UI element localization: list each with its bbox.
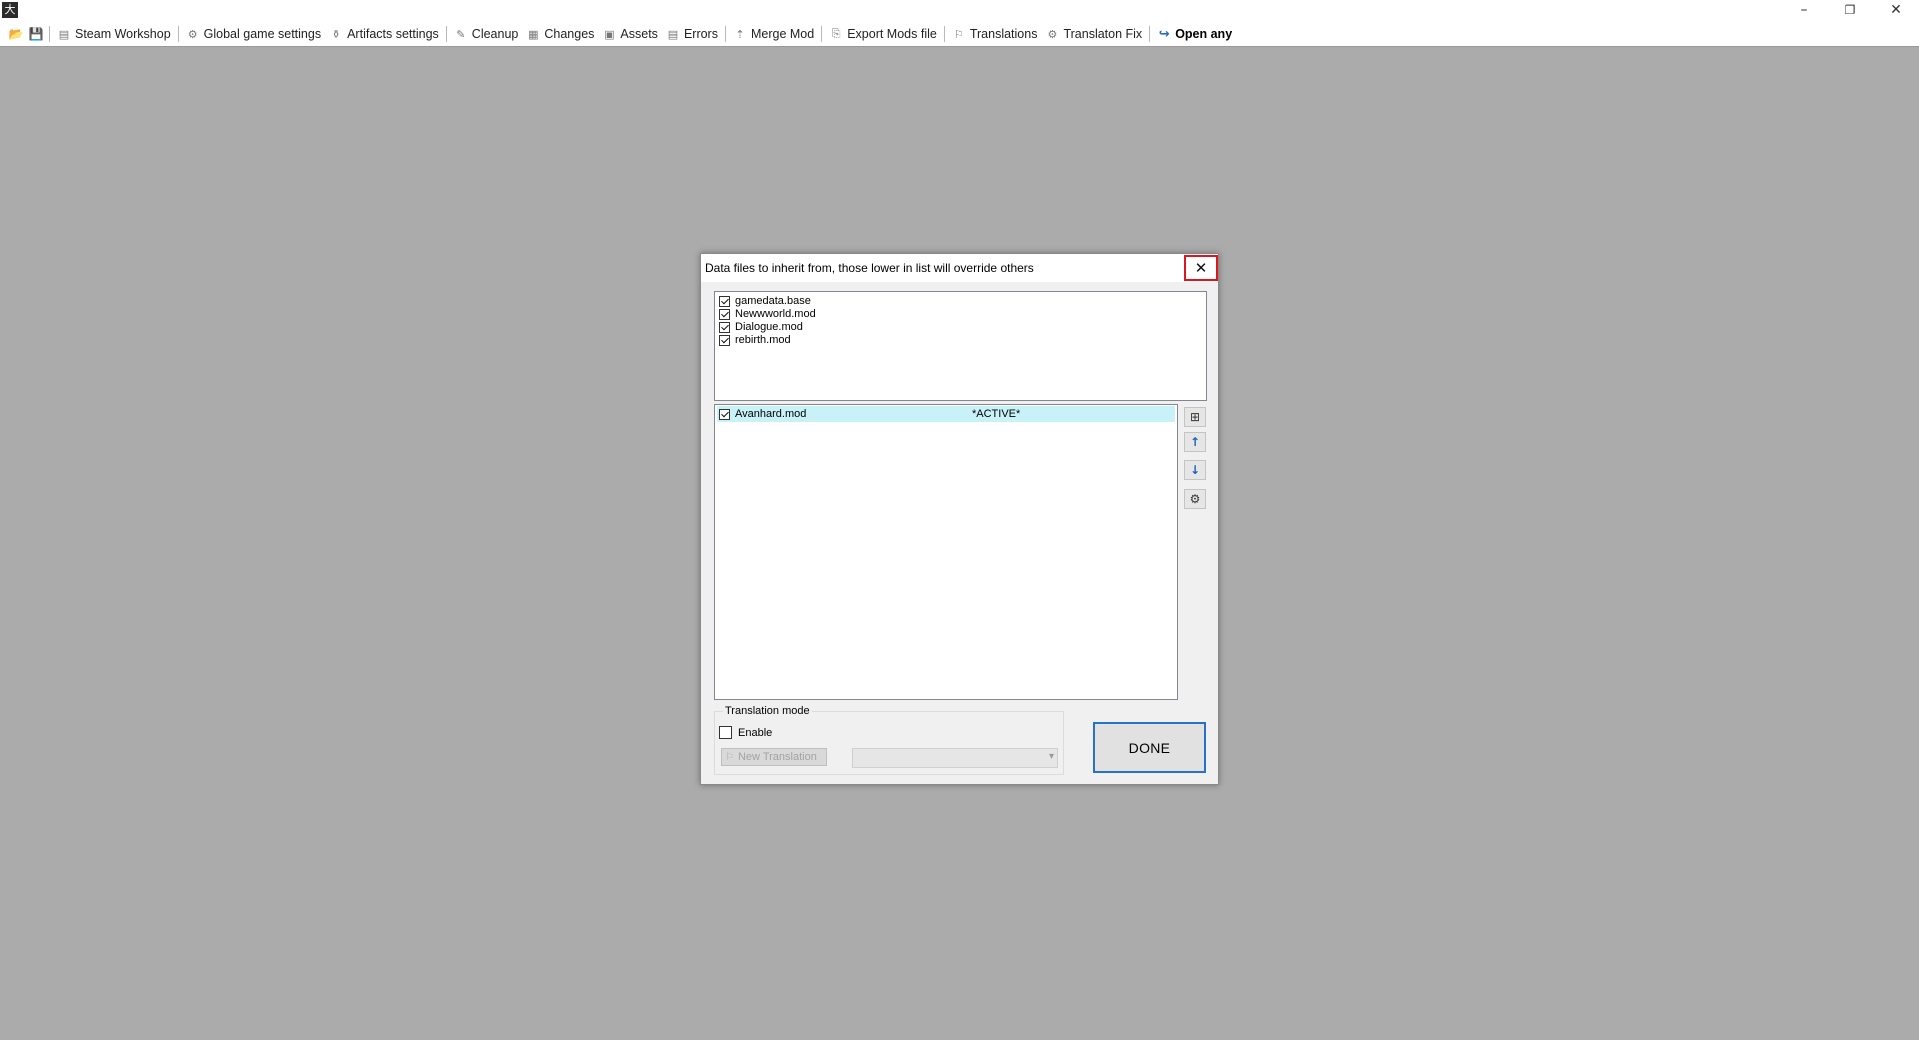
mod-name: Avanhard.mod	[735, 408, 807, 420]
translation-language-combo[interactable]: ▾	[852, 748, 1058, 768]
toolbar-separator	[1149, 26, 1151, 42]
open-folder-icon[interactable]: 📂	[6, 23, 26, 45]
toolbar-label: Translations	[969, 27, 1038, 41]
toolbar-label: Errors	[683, 27, 718, 41]
steam-workshop-button[interactable]: ▤ Steam Workshop	[53, 23, 175, 45]
toolbar-label: Assets	[620, 27, 658, 41]
changes-button[interactable]: ▦ Changes	[522, 23, 598, 45]
title-bar: 大 – ❐ ✕	[0, 0, 1919, 22]
errors-button[interactable]: ▤ Errors	[662, 23, 722, 45]
toolbar-label: Export Mods file	[847, 27, 937, 41]
dialog-title: Data files to inherit from, those lower …	[705, 261, 1034, 275]
toolbar-separator	[177, 26, 179, 42]
move-down-button[interactable]: ↓	[1184, 460, 1206, 480]
new-translation-button[interactable]: ⚐ New Translation	[721, 748, 827, 766]
group-legend: Translation mode	[723, 705, 812, 717]
translations-button[interactable]: ⚐ Translations	[948, 23, 1042, 45]
restore-button[interactable]: ❐	[1827, 0, 1873, 22]
settings-button[interactable]: ⚙	[1184, 489, 1206, 509]
mod-checkbox[interactable]	[719, 408, 730, 420]
minimize-button[interactable]: –	[1781, 0, 1827, 22]
translate-icon: ⚐	[953, 27, 964, 41]
toolbar-separator	[445, 26, 447, 42]
file-checkbox[interactable]	[719, 308, 730, 320]
toolbar-separator	[724, 26, 726, 42]
inherit-dialog: Data files to inherit from, those lower …	[700, 253, 1219, 785]
inherited-files-list[interactable]: gamedata.base Newwworld.mod Dialogue.mod…	[714, 291, 1207, 401]
changes-icon: ▦	[528, 27, 539, 41]
move-up-button[interactable]: ↑	[1184, 432, 1206, 452]
mods-list[interactable]: Avanhard.mod *ACTIVE*	[714, 404, 1178, 700]
arrow-down-icon: ↓	[1189, 463, 1201, 477]
active-tag: *ACTIVE*	[972, 408, 1021, 420]
window-close-button[interactable]: ✕	[1873, 0, 1919, 22]
toolbar-label: Translaton Fix	[1063, 27, 1143, 41]
add-file-icon: ⊞	[1189, 410, 1201, 424]
dialog-close-button[interactable]: ✕	[1184, 255, 1218, 281]
export-icon: ⎘	[831, 27, 841, 40]
toolbar-label: Global game settings	[203, 27, 322, 41]
chevron-down-icon: ▾	[1048, 751, 1054, 762]
toolbar-separator	[49, 26, 50, 42]
open-any-icon: ↪	[1158, 26, 1170, 42]
arrow-up-icon: ↑	[1189, 435, 1201, 449]
app-icon: 大	[2, 2, 18, 18]
gear-icon: ⚙	[187, 27, 198, 41]
list-item-active[interactable]: Avanhard.mod *ACTIVE*	[717, 406, 1175, 422]
file-checkbox[interactable]	[719, 334, 730, 346]
enable-label: Enable	[738, 726, 773, 739]
add-file-button[interactable]: ⊞	[1184, 407, 1206, 427]
file-checkbox[interactable]	[719, 295, 730, 307]
toolbar-label: Open any	[1175, 27, 1233, 41]
close-icon: ✕	[1194, 259, 1208, 277]
toolbar-label: Artifacts settings	[347, 27, 439, 41]
broom-icon: ✎	[456, 27, 466, 41]
done-button[interactable]: DONE	[1093, 722, 1206, 773]
toolbar-separator	[943, 26, 945, 42]
cleanup-button[interactable]: ✎ Cleanup	[450, 23, 523, 45]
assets-button[interactable]: ▣ Assets	[598, 23, 662, 45]
list-item[interactable]: rebirth.mod	[717, 332, 1175, 348]
toolbar-separator	[821, 26, 823, 42]
open-any-button[interactable]: ↪ Open any	[1153, 23, 1236, 45]
translate-fix-icon: ⚙	[1047, 27, 1058, 41]
merge-icon: ⇡	[735, 27, 745, 41]
file-checkbox[interactable]	[719, 321, 730, 333]
toolbar-label: Steam Workshop	[75, 27, 171, 41]
gear-icon: ⚙	[1189, 492, 1201, 506]
main-toolbar: 📂 💾 ▤ Steam Workshop ⚙ Global game setti…	[0, 22, 1919, 47]
toolbar-label: Merge Mod	[750, 27, 815, 41]
enable-translation-checkbox[interactable]: Enable	[719, 726, 772, 739]
assets-icon: ▣	[604, 27, 615, 41]
artifacts-settings-button[interactable]: ⚱ Artifacts settings	[325, 23, 443, 45]
new-translation-label: New Translation	[737, 751, 817, 763]
dialog-title-bar: Data files to inherit from, those lower …	[701, 254, 1218, 282]
translate-icon: ⚐	[725, 751, 734, 763]
translation-fix-button[interactable]: ⚙ Translaton Fix	[1041, 23, 1146, 45]
translation-mode-group: Translation mode Enable ⚐ New Translatio…	[714, 705, 1064, 775]
toolbar-label: Cleanup	[471, 27, 519, 41]
file-name: rebirth.mod	[735, 334, 791, 346]
export-mods-file-button[interactable]: ⎘ Export Mods file	[825, 23, 941, 45]
artifact-icon: ⚱	[331, 27, 341, 41]
toolbar-label: Changes	[544, 27, 595, 41]
merge-mod-button[interactable]: ⇡ Merge Mod	[729, 23, 818, 45]
save-icon[interactable]: 💾	[26, 23, 46, 45]
workshop-icon: ▤	[58, 27, 70, 41]
global-game-settings-button[interactable]: ⚙ Global game settings	[182, 23, 325, 45]
enable-checkbox[interactable]	[719, 726, 732, 739]
errors-icon: ▤	[667, 27, 679, 41]
